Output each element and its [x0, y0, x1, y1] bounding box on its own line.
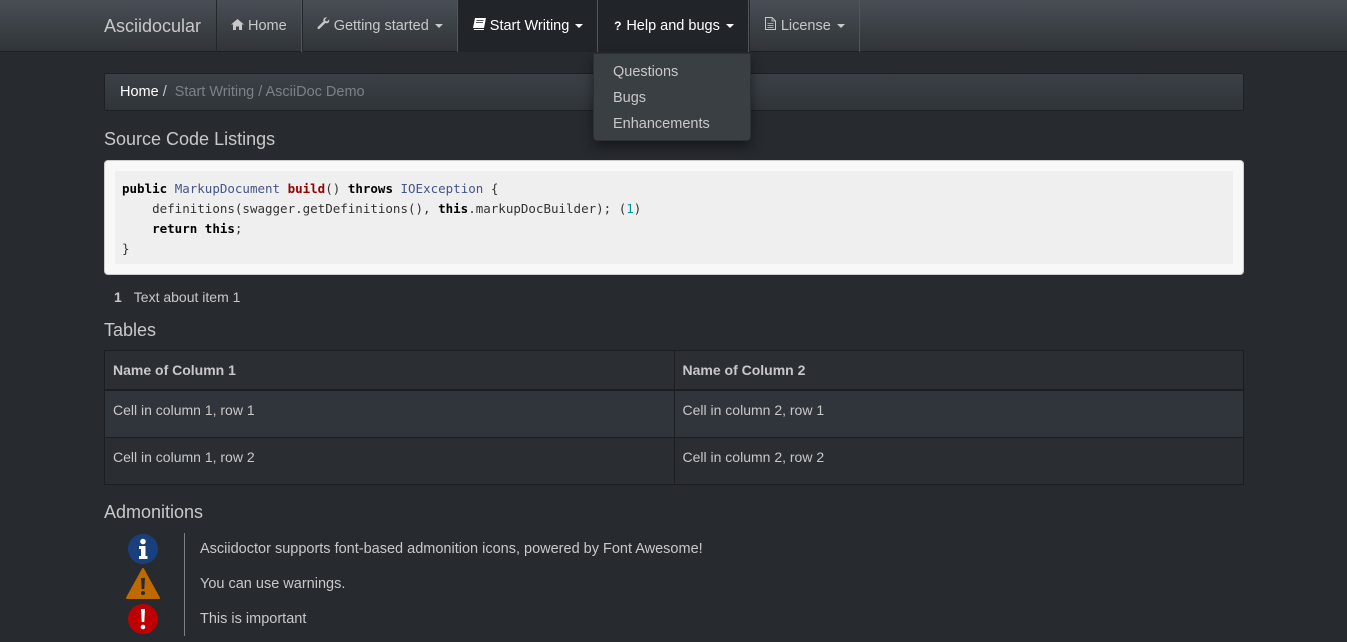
brand-link[interactable]: Asciidocular [104, 0, 201, 52]
callout-text: Text about item 1 [133, 289, 241, 305]
admonition-text: You can use warnings. [200, 576, 346, 592]
nav-item-license-label: License [780, 18, 831, 34]
wrench-icon [317, 0, 330, 52]
table-cell: Cell in column 1, row 2 [104, 436, 675, 485]
dropdown-item-enhancements[interactable]: Enhancements [594, 112, 750, 138]
code-listing: public MarkupDocument build() throws IOE… [104, 160, 1244, 275]
code-text: { [490, 181, 499, 196]
code-text: () [325, 181, 341, 196]
nav-item-start-writing-label: Start Writing [489, 18, 570, 34]
code-keyword: public [122, 181, 168, 196]
code-type: MarkupDocument [174, 181, 281, 196]
admonitions-heading: Admonitions [104, 502, 204, 522]
file-icon [764, 0, 777, 52]
table-cell: Cell in column 1, row 1 [104, 389, 675, 438]
code-keyword: return [152, 221, 198, 236]
code-text: .markupDocBuilder); ( [468, 201, 627, 216]
table-row: Cell in column 1, row 1 Cell in column 2… [104, 389, 1244, 438]
code-block: public MarkupDocument build() throws IOE… [115, 171, 1233, 264]
code-text: } [122, 241, 130, 256]
callout-number: 1 [114, 289, 122, 305]
important-icon [126, 603, 160, 635]
table-row: Cell in column 1, row 2 Cell in column 2… [104, 436, 1244, 485]
breadcrumb-current: Start Writing / AsciiDoc Demo [174, 84, 365, 100]
code-type: IOException [400, 181, 484, 196]
data-table: Name of Column 1 Name of Column 2 Cell i… [104, 350, 1244, 485]
table-cell: Cell in column 2, row 1 [673, 389, 1244, 438]
chevron-down-icon [434, 24, 443, 28]
question-icon: ? [614, 19, 622, 33]
nav-menu: Home Getting started Start Writing ? Hel… [216, 0, 860, 52]
nav-item-start-writing[interactable]: Start Writing [457, 0, 599, 52]
help-and-bugs-dropdown: Questions Bugs Enhancements [593, 53, 751, 141]
code-function: build [287, 181, 326, 196]
code-keyword: this [438, 201, 469, 216]
table-header-cell: Name of Column 2 [673, 350, 1244, 391]
code-text: definitions(swagger.getDefinitions(), [152, 201, 439, 216]
table-cell: Cell in column 2, row 2 [673, 436, 1244, 485]
nav-item-home[interactable]: Home [216, 0, 302, 52]
code-text: ) [633, 201, 642, 216]
top-navbar: Asciidocular Home Getting started Start … [0, 0, 1347, 52]
source-code-heading: Source Code Listings [104, 129, 276, 149]
nav-item-getting-started-label: Getting started [333, 18, 429, 34]
tables-heading: Tables [104, 320, 157, 340]
chevron-down-icon [725, 24, 734, 28]
nav-item-help-and-bugs-label: Help and bugs [626, 18, 720, 34]
code-keyword: throws [347, 181, 393, 196]
nav-item-help-and-bugs[interactable]: ? Help and bugs [598, 0, 749, 52]
nav-item-home-label: Home [248, 18, 287, 34]
nav-item-license[interactable]: License [748, 0, 860, 52]
chevron-down-icon [575, 24, 584, 28]
home-icon [231, 0, 244, 52]
nav-item-getting-started[interactable]: Getting started [301, 0, 458, 52]
code-text: ; [234, 221, 243, 236]
admonition-text: This is important [200, 611, 307, 627]
dropdown-item-bugs[interactable]: Bugs [594, 86, 750, 112]
warning-icon [126, 568, 160, 600]
code-keyword: this [204, 221, 235, 236]
dropdown-item-questions[interactable]: Questions [594, 60, 750, 86]
book-icon [472, 0, 486, 52]
breadcrumb-home-link[interactable]: Home [120, 84, 159, 100]
admonition-divider [184, 533, 185, 636]
callout-list-item: 1 Text about item 1 [114, 289, 240, 305]
breadcrumb-separator: / [162, 84, 167, 100]
chevron-down-icon [836, 24, 845, 28]
table-header-row: Name of Column 1 Name of Column 2 [104, 350, 1244, 391]
admonition-text: Asciidoctor supports font-based admoniti… [200, 541, 703, 557]
table-header-cell: Name of Column 1 [104, 350, 675, 391]
info-icon [126, 533, 160, 565]
code-callout-number: 1 [626, 201, 634, 216]
